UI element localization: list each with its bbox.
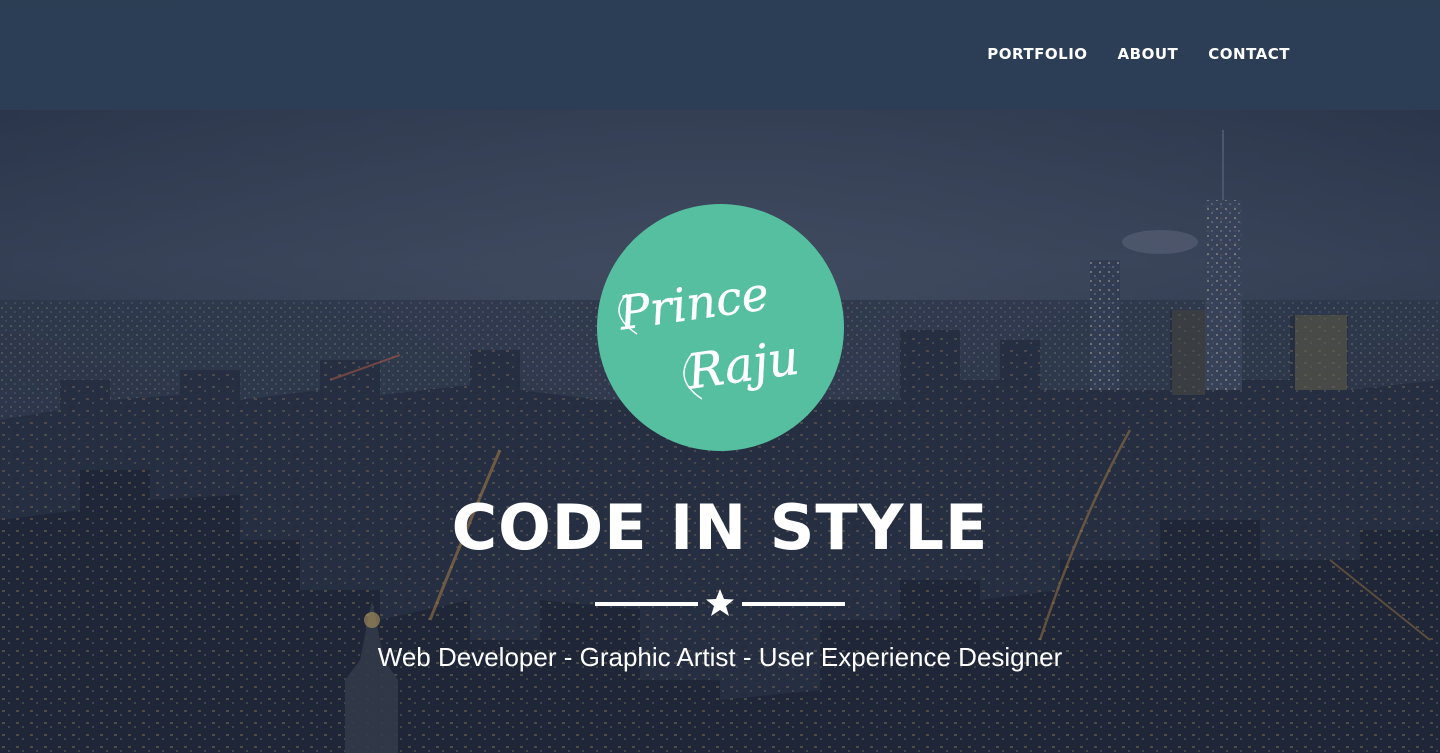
navbar: PORTFOLIO ABOUT CONTACT: [0, 0, 1440, 110]
hero-tagline: Web Developer - Graphic Artist - User Ex…: [377, 642, 1063, 672]
divider-line-right: [742, 602, 845, 606]
hero-divider: [595, 588, 845, 618]
star-icon: [706, 589, 734, 616]
divider-line-left: [595, 602, 698, 606]
nav-link-about[interactable]: ABOUT: [1118, 44, 1179, 64]
profile-logo: Prince Raju: [597, 204, 844, 451]
nav-link-contact[interactable]: CONTACT: [1208, 44, 1290, 64]
nav-link-portfolio[interactable]: PORTFOLIO: [987, 44, 1087, 64]
logo-line2: Raju: [683, 330, 802, 401]
logo-line1: Prince: [615, 266, 772, 341]
page: PORTFOLIO ABOUT CONTACT Prince Raju CODE…: [0, 0, 1440, 753]
nav-menu: PORTFOLIO ABOUT CONTACT: [987, 44, 1290, 64]
logo-script: Prince Raju: [614, 266, 802, 401]
hero-headline: CODE IN STYLE: [451, 491, 989, 564]
